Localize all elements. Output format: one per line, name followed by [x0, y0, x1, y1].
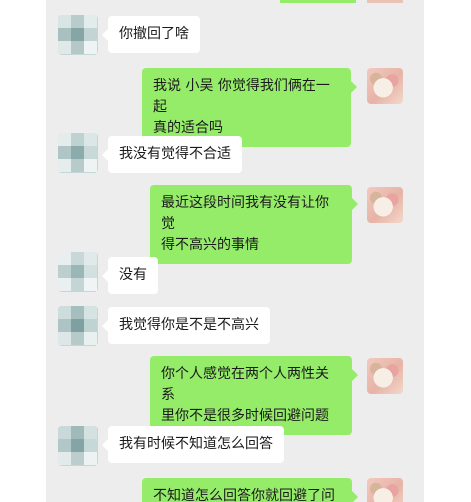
message-row-received: 我有时候不知道怎么回答 [46, 422, 424, 472]
message-text: 我觉得你是不是不高兴 [119, 317, 259, 333]
chat-message-list[interactable]: 你撤回了啥 我说 小吴 你觉得我们俩在一起 真的适合吗 我没有觉得不合适 最近这… [46, 0, 424, 502]
message-row-sent: 我说 小吴 你觉得我们俩在一起 真的适合吗 [46, 60, 424, 147]
message-bubble[interactable]: 我觉得你是不是不高兴 [102, 307, 270, 344]
message-bubble[interactable]: 我没有觉得不合适 [102, 136, 242, 173]
contact-avatar[interactable] [58, 252, 98, 292]
message-row-sent: 最近这段时间我有没有让你觉 得不高兴的事情 [46, 180, 424, 264]
message-row-sent: 不知道怎么回答你就回避了问 [46, 476, 424, 502]
message-text-line: 你个人感觉在两个人两性关系 [161, 366, 329, 403]
message-bubble[interactable]: 你撤回了啥 [102, 16, 200, 53]
message-text-line: 最近这段时间我有没有让你觉 [161, 195, 329, 232]
message-row-received: 我没有觉得不合适 [46, 125, 424, 185]
message-row-received: 你撤回了啥 [46, 0, 424, 60]
message-bubble[interactable]: 没有 [102, 257, 158, 294]
message-text: 我没有觉得不合适 [119, 146, 231, 162]
contact-avatar[interactable] [58, 133, 98, 173]
message-text: 没有 [119, 267, 147, 283]
message-bubble[interactable]: 不知道怎么回答你就回避了问 [142, 478, 358, 502]
message-row-received: 我觉得你是不是不高兴 [46, 302, 424, 352]
message-bubble[interactable]: 我有时候不知道怎么回答 [102, 426, 284, 463]
my-avatar[interactable] [367, 68, 403, 104]
message-row-received: 没有 [46, 250, 424, 300]
message-row-sent: 你个人感觉在两个人两性关系 里你不是很多时候回避问题 [46, 352, 424, 435]
my-avatar[interactable] [367, 358, 403, 394]
my-avatar[interactable] [367, 187, 403, 223]
message-text: 我有时候不知道怎么回答 [119, 436, 273, 452]
my-avatar[interactable] [367, 478, 403, 502]
message-text: 你撤回了啥 [119, 26, 189, 42]
message-text-line: 不知道怎么回答你就回避了问 [153, 488, 335, 502]
contact-avatar[interactable] [58, 15, 98, 55]
contact-avatar[interactable] [58, 426, 98, 466]
message-text-line: 我说 小吴 你觉得我们俩在一起 [153, 78, 330, 115]
contact-avatar[interactable] [58, 306, 98, 346]
